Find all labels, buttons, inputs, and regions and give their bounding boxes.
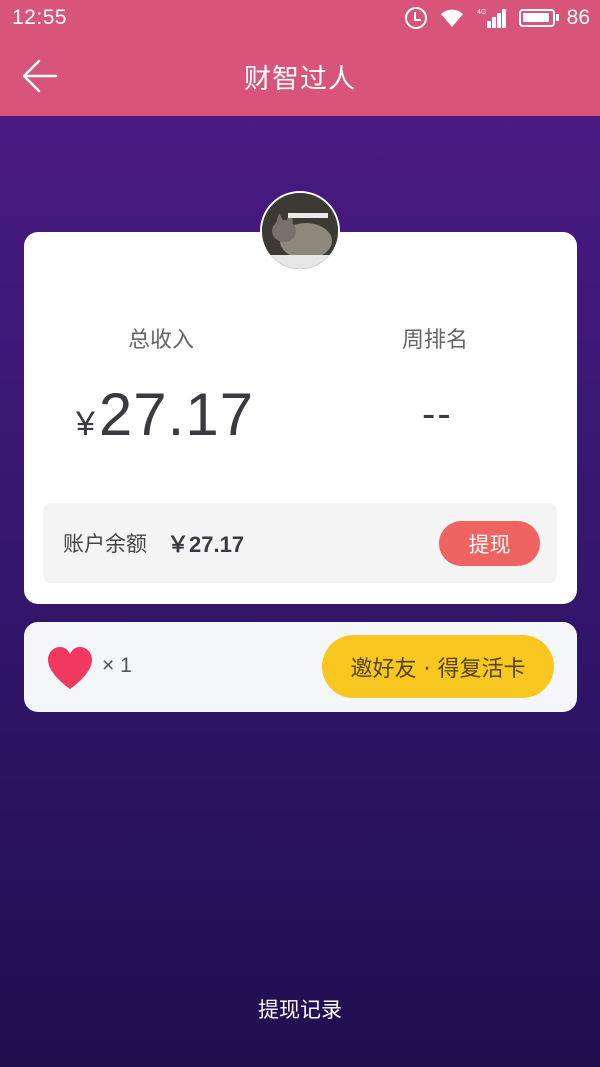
- alarm-icon: [404, 7, 427, 29]
- wifi-icon: [439, 7, 465, 29]
- balance-label: 账户余额: [63, 532, 147, 556]
- stats-card: 总收入 周排名 ¥ 27.17 -- 账户余额 ￥27.17 提现: [24, 232, 577, 604]
- withdraw-records-link[interactable]: 提现记录: [0, 994, 600, 1024]
- signal-icon: 4G: [477, 7, 507, 29]
- total-income-amount: 27.17: [98, 381, 255, 448]
- total-income-value: ¥ 27.17: [76, 380, 254, 449]
- lives-count: × 1: [102, 654, 132, 677]
- back-arrow-icon: [22, 59, 58, 93]
- lives-card: × 1 邀好友 · 得复活卡: [24, 622, 577, 712]
- status-icons: 4G 86: [404, 6, 590, 30]
- withdraw-button[interactable]: 提现: [439, 521, 540, 566]
- network-type-label: 4G: [477, 9, 486, 16]
- invite-friends-button[interactable]: 邀好友 · 得复活卡: [322, 635, 554, 698]
- page-title: 财智过人: [244, 63, 356, 95]
- total-income-label: 总收入: [128, 328, 195, 353]
- balance-value: ￥27.17: [167, 532, 245, 557]
- balance-row: 账户余额 ￥27.17 提现: [43, 503, 557, 583]
- avatar: [260, 191, 340, 271]
- weekly-rank-label: 周排名: [402, 328, 469, 353]
- currency-symbol: ¥: [76, 405, 95, 443]
- status-time: 12:55: [12, 6, 68, 29]
- app-bar: 财智过人: [0, 36, 600, 116]
- back-button[interactable]: [18, 56, 62, 96]
- weekly-rank-value: --: [422, 392, 453, 436]
- battery-level: 86: [566, 6, 590, 29]
- heart-icon: [48, 647, 92, 689]
- status-bar: 12:55 4G 86: [0, 0, 600, 36]
- battery-icon: [518, 9, 559, 27]
